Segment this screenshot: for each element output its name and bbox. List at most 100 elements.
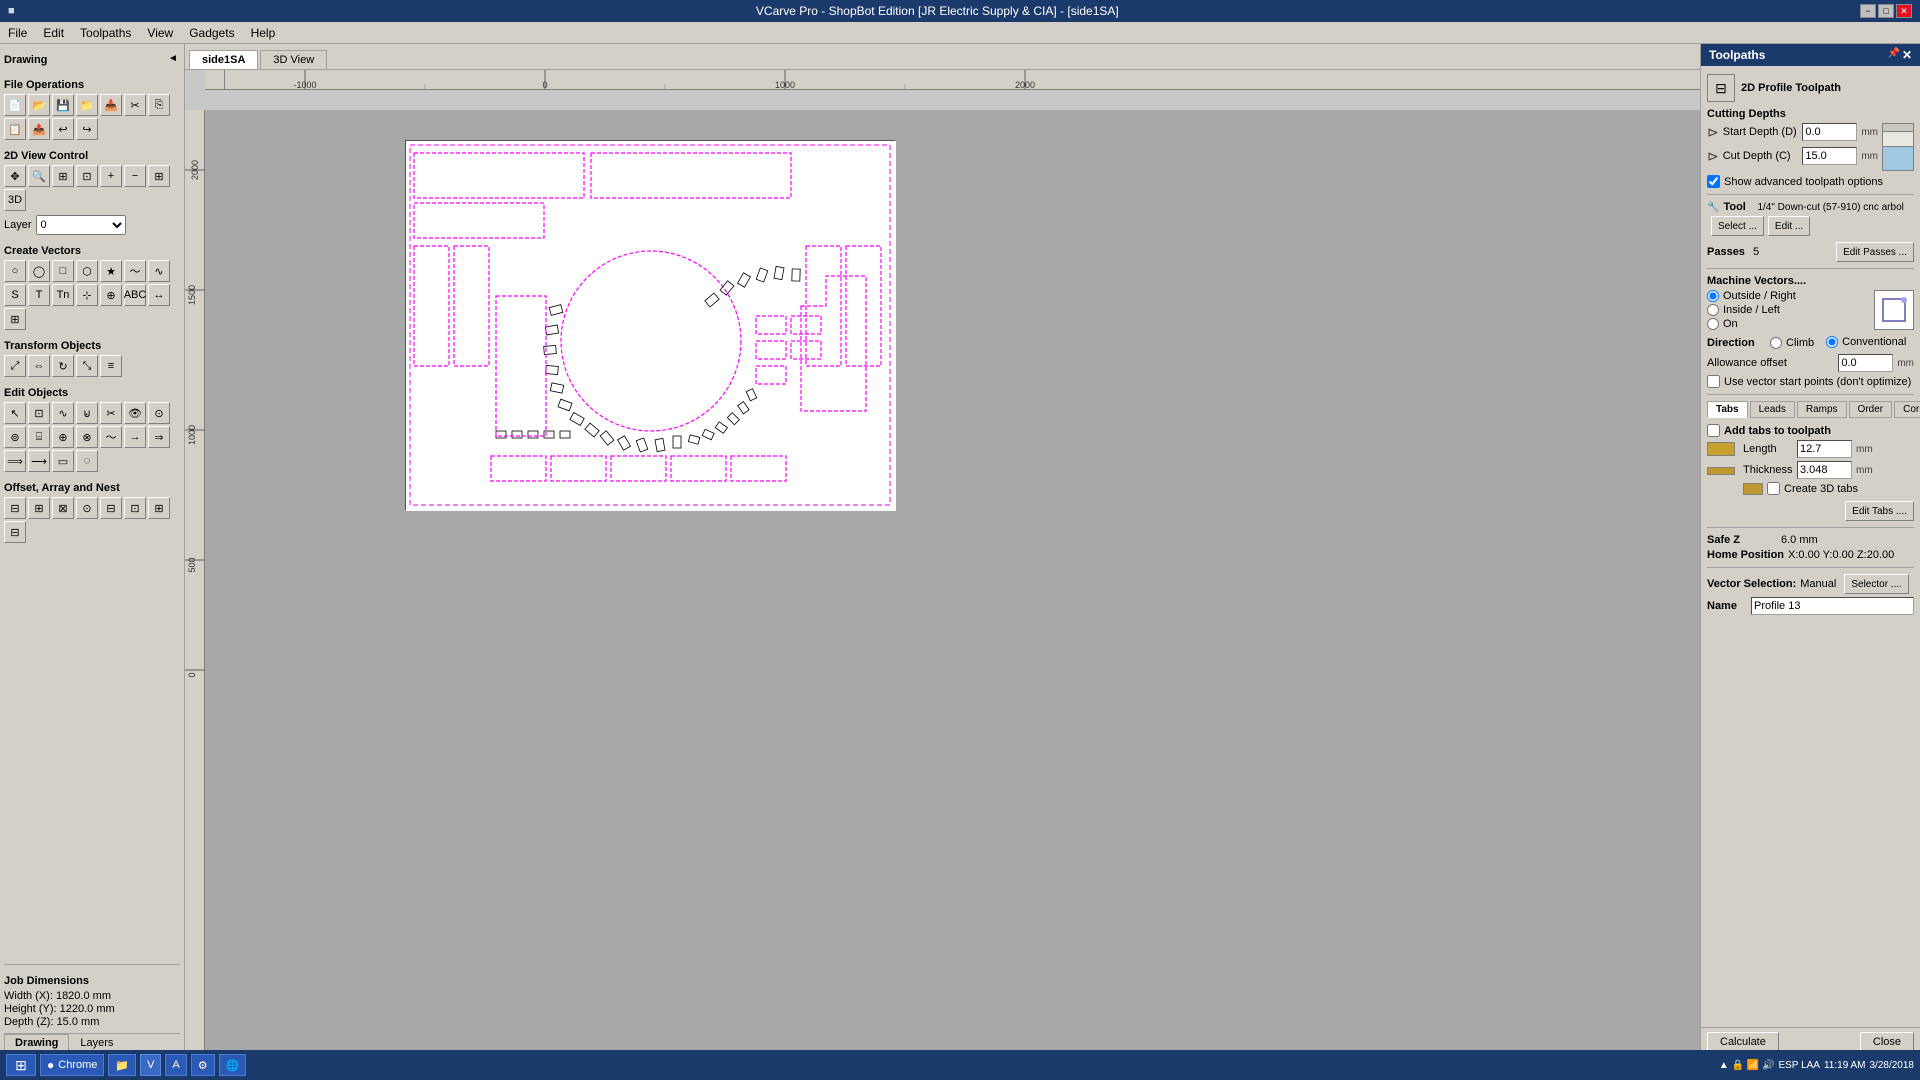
tab-3dview[interactable]: 3D View xyxy=(260,50,327,69)
taskbar-app5[interactable]: ⚙ xyxy=(191,1054,215,1076)
move-btn[interactable]: ⤢ xyxy=(4,355,26,377)
close-button[interactable]: ✕ xyxy=(1896,4,1912,18)
scissors-btn[interactable]: ✂ xyxy=(100,402,122,424)
text-btn[interactable]: T xyxy=(28,284,50,306)
paste-btn[interactable]: 📋 xyxy=(4,118,26,140)
import-btn[interactable]: 📥 xyxy=(100,94,122,116)
circ2-btn[interactable]: ◌ xyxy=(76,450,98,472)
star-btn[interactable]: ★ xyxy=(100,260,122,282)
menu-toolpaths[interactable]: Toolpaths xyxy=(72,24,139,42)
wave2-btn[interactable]: 〜 xyxy=(100,426,122,448)
vector-start-cb[interactable] xyxy=(1707,375,1720,388)
path-btn[interactable]: ∿ xyxy=(52,402,74,424)
ellipse-btn[interactable]: ◯ xyxy=(28,260,50,282)
view3d-btn[interactable]: 3D xyxy=(4,189,26,211)
create-3d-cb[interactable] xyxy=(1767,482,1780,495)
menu-view[interactable]: View xyxy=(139,24,181,42)
thickness-input[interactable] xyxy=(1797,461,1852,479)
toggle-btn[interactable]: ⊞ xyxy=(148,165,170,187)
outside-right-radio[interactable] xyxy=(1707,290,1719,302)
maximize-button[interactable]: □ xyxy=(1878,4,1894,18)
nest-btn[interactable]: ⊠ xyxy=(52,497,74,519)
tp-tab-order[interactable]: Order xyxy=(1849,401,1893,418)
start-depth-input[interactable] xyxy=(1802,123,1857,141)
new-btn[interactable]: 📄 xyxy=(4,94,26,116)
ring-btn[interactable]: ⊚ xyxy=(4,426,26,448)
offset-btn[interactable]: ⊟ xyxy=(4,497,26,519)
export-btn[interactable]: 📤 xyxy=(28,118,50,140)
panel-pin[interactable]: 📌 xyxy=(1887,48,1899,62)
edit-passes-btn[interactable]: Edit Passes ... xyxy=(1836,242,1914,262)
open-btn[interactable]: 📂 xyxy=(28,94,50,116)
wave-btn[interactable]: 〜 xyxy=(124,260,146,282)
spiro-btn[interactable]: S xyxy=(4,284,26,306)
zoom-btn[interactable]: 🔍 xyxy=(28,165,50,187)
cut-btn[interactable]: ✂ xyxy=(124,94,146,116)
taskbar-aspire[interactable]: A xyxy=(165,1054,186,1076)
conventional-radio[interactable] xyxy=(1826,336,1838,348)
abc-btn[interactable]: ABC xyxy=(124,284,146,306)
panel-collapse[interactable]: ◄ xyxy=(166,52,180,66)
arw4-btn[interactable]: ⟶ xyxy=(28,450,50,472)
linear-btn[interactable]: ⊟ xyxy=(100,497,122,519)
grid-btn[interactable]: ⊞ xyxy=(148,497,170,519)
poly-btn[interactable]: ⬡ xyxy=(76,260,98,282)
taskbar-explorer[interactable]: 📁 xyxy=(108,1054,136,1076)
name-input[interactable] xyxy=(1751,597,1914,615)
spiral-btn[interactable]: ⊙ xyxy=(148,402,170,424)
rect-btn[interactable]: □ xyxy=(52,260,74,282)
intrsct-btn[interactable]: ⊗ xyxy=(76,426,98,448)
arw3-btn[interactable]: ⟹ xyxy=(4,450,26,472)
panel-close[interactable]: ✕ xyxy=(1902,48,1912,62)
circ-arr-btn[interactable]: ⊙ xyxy=(76,497,98,519)
bezier-btn[interactable]: ∿ xyxy=(148,260,170,282)
undo-btn[interactable]: ↩ xyxy=(52,118,74,140)
edit-tabs-btn[interactable]: Edit Tabs .... xyxy=(1845,501,1914,521)
selector-btn[interactable]: Selector .... xyxy=(1844,574,1909,594)
zoom-in-btn[interactable]: + xyxy=(100,165,122,187)
copy-btn[interactable]: ⎘ xyxy=(148,94,170,116)
close-btn[interactable]: Close xyxy=(1860,1032,1914,1052)
drawing-canvas[interactable]: ◄ xyxy=(205,110,1700,1056)
zoom-sel-btn[interactable]: ⊡ xyxy=(76,165,98,187)
weld-btn[interactable]: ⊕ xyxy=(52,426,74,448)
zoom-out-btn[interactable]: − xyxy=(124,165,146,187)
taskbar-app6[interactable]: 🌐 xyxy=(219,1054,247,1076)
menu-gadgets[interactable]: Gadgets xyxy=(181,24,242,42)
tool-select-btn[interactable]: Select ... xyxy=(1711,216,1764,236)
taskbar-chrome[interactable]: ●Chrome xyxy=(40,1054,104,1076)
tp-tab-tabs[interactable]: Tabs xyxy=(1707,401,1748,418)
flatten-btn[interactable]: ⌸ xyxy=(28,426,50,448)
allowance-input[interactable] xyxy=(1838,354,1893,372)
add-tabs-cb[interactable] xyxy=(1707,424,1720,437)
taskbar-vcarve[interactable]: V xyxy=(140,1054,161,1076)
array-btn[interactable]: ⊞ xyxy=(28,497,50,519)
layer-select[interactable]: 0 xyxy=(36,215,126,235)
inside-left-radio[interactable] xyxy=(1707,304,1719,316)
arw2-btn[interactable]: ⇒ xyxy=(148,426,170,448)
minimize-button[interactable]: − xyxy=(1860,4,1876,18)
calculate-btn[interactable]: Calculate xyxy=(1707,1032,1779,1052)
climb-radio[interactable] xyxy=(1770,337,1782,349)
menu-file[interactable]: File xyxy=(0,24,35,42)
tab-side1sa[interactable]: side1SA xyxy=(189,50,258,69)
show-advanced-cb[interactable] xyxy=(1707,175,1720,188)
union-btn[interactable]: ⊌ xyxy=(76,402,98,424)
fill-btn[interactable]: ⊟ xyxy=(4,521,26,543)
node-btn[interactable]: ⊹ xyxy=(76,284,98,306)
tp-tab-corners[interactable]: Corners xyxy=(1894,401,1920,418)
start-button[interactable]: ⊞ xyxy=(6,1054,36,1076)
text2-btn[interactable]: Tn xyxy=(52,284,74,306)
menu-help[interactable]: Help xyxy=(243,24,284,42)
rect2-btn[interactable]: ▭ xyxy=(52,450,74,472)
mirror-btn[interactable]: ⇔ xyxy=(28,355,50,377)
open-folder-btn[interactable]: 📁 xyxy=(76,94,98,116)
rotate-btn[interactable]: ↻ xyxy=(52,355,74,377)
cut-depth-input[interactable] xyxy=(1802,147,1857,165)
arrow-btn[interactable]: → xyxy=(124,426,146,448)
circle-btn[interactable]: ○ xyxy=(4,260,26,282)
dim-btn[interactable]: ↔ xyxy=(148,284,170,306)
scale-btn[interactable]: ⤡ xyxy=(76,355,98,377)
drill-btn[interactable]: ⊕ xyxy=(100,284,122,306)
redo-btn[interactable]: ↪ xyxy=(76,118,98,140)
